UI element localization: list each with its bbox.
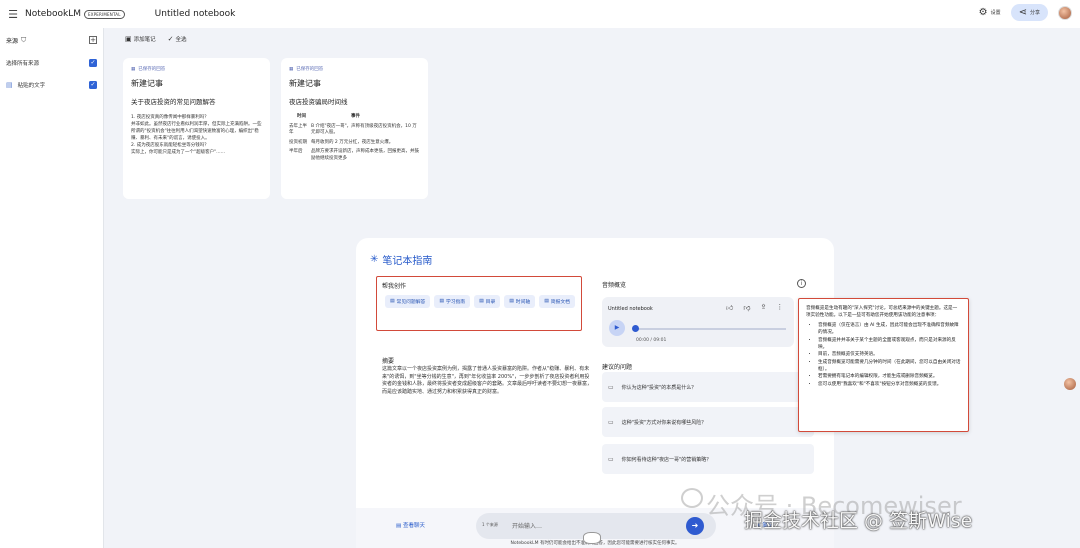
- audio-overview-tooltip: 音频概览是生动有趣的"深入探究"讨论，可总结来源中的关键主题。这是一项实验性功能…: [798, 298, 969, 432]
- suggested-question[interactable]: ▭ 你认为这种"投资"的本质是什么？: [602, 372, 814, 402]
- select-all-sources-row[interactable]: 选择所有来源 ✓: [0, 52, 103, 74]
- send-button[interactable]: ➜: [686, 517, 704, 535]
- wechat-watermark-icon: [681, 488, 703, 508]
- add-note-button[interactable]: ▣ 添加笔记: [125, 35, 156, 43]
- create-chips: ▤ 常见问题解答 ▤ 学习指南 ▤ 目录 ▤ 时间轴 ▤ 简报文档: [385, 295, 581, 308]
- top-bar: ☰ NotebookLM EXPERIMENTAL Untitled noteb…: [0, 0, 1080, 28]
- briefing-doc-chip[interactable]: ▤ 简报文档: [539, 295, 575, 308]
- audio-time: 00:00 / 09:01: [636, 338, 667, 343]
- tooltip-list: 音频概览（仅在语言）由 AI 生成，因此可能会出现不准确和音频故障的情况。 音频…: [806, 322, 961, 388]
- table-row: 投资初期 每月收到的 2 万元分红，夜店生意火爆。: [289, 139, 394, 145]
- note-card[interactable]: ▦ 已保存的回答 新建记事 关于夜店投资的常见问题解答 1. 夜店投资真的像传闻中…: [123, 58, 270, 199]
- check-icon: ✓: [167, 35, 174, 43]
- note-title: 新建记事: [289, 79, 321, 88]
- briefing-icon: ▤: [544, 299, 549, 304]
- toc-icon: ▤: [479, 299, 484, 304]
- timeline-icon: ▤: [509, 299, 514, 304]
- gear-icon: ⚙: [978, 7, 988, 18]
- source-count: 1 个来源: [482, 522, 498, 527]
- play-button[interactable]: ▶: [609, 320, 625, 336]
- view-chat-button[interactable]: ▤ 查看聊天: [396, 521, 425, 529]
- saved-icon: ▦: [289, 66, 294, 72]
- list-item: 目前，音频概览仅支持英语。: [818, 351, 961, 358]
- saved-answer-label: ▦ 已保存的回答: [289, 66, 324, 73]
- share-icon[interactable]: ⇪: [760, 303, 766, 312]
- faq-chip[interactable]: ▤ 常见问题解答: [385, 295, 431, 308]
- help-me-create-title: 帮我创作: [382, 283, 407, 290]
- summary-label: 摘要: [382, 358, 395, 365]
- note-card[interactable]: ▦ 已保存的回答 新建记事 夜店投资骗局时间线 时间 事件 去年上半年 B 介绍"…: [281, 58, 428, 199]
- chat-icon: ▭: [608, 383, 614, 391]
- guide-title: ✳ 笔记本指南: [370, 254, 433, 267]
- fade-overlay: [281, 159, 428, 199]
- more-icon[interactable]: ⋮: [776, 303, 783, 312]
- notebook-title[interactable]: Untitled notebook: [155, 9, 236, 19]
- audio-actions: 👍︎ 👎︎ ⇪ ⋮: [726, 303, 783, 312]
- note-body: 1. 夜店投资真的像传闻中那样暴利吗？ 并非如此。虽然夜店行业看似利润丰厚，但实…: [131, 115, 262, 155]
- floating-avatar[interactable]: [1064, 378, 1076, 390]
- table-header: 时间 事件: [297, 114, 360, 119]
- table-row: 去年上半年 B 介绍"夜店一哥"，声称有顶级夜店投资机会，10 万元即可入股。: [289, 123, 417, 136]
- notes-toolbar: ▣ 添加笔记 ✓ 全选: [125, 35, 187, 43]
- select-all-notes-button[interactable]: ✓ 全选: [168, 35, 187, 43]
- list-item: 音频概览（仅在语言）由 AI 生成，因此可能会出现不准确和音频故障的情况。: [818, 322, 961, 336]
- progress-knob[interactable]: [632, 325, 639, 332]
- add-source-button[interactable]: +: [89, 36, 97, 44]
- thumbs-down-icon[interactable]: 👎︎: [743, 303, 750, 312]
- faq-icon: ▤: [390, 299, 395, 304]
- study-guide-icon: ▤: [439, 299, 444, 304]
- thumbs-up-icon[interactable]: 👍︎: [726, 303, 733, 312]
- chat-icon: ▭: [608, 418, 614, 426]
- saved-icon: ▦: [131, 66, 136, 72]
- shield-icon: ⛉: [21, 35, 27, 44]
- sources-sidebar: 来源 ⛉ + 选择所有来源 ✓ ▤ 粘贴的文字 ✓: [0, 28, 104, 548]
- audio-title: Untitled notebook: [608, 306, 653, 312]
- settings-button[interactable]: ⚙ 设置: [979, 7, 1001, 18]
- note-subtitle: 夜店投资骗局时间线: [289, 98, 348, 106]
- chat-placeholder: 开始输入…: [512, 523, 543, 530]
- info-icon[interactable]: i: [797, 279, 806, 288]
- list-item: 生成音频概览可能需要几分钟的时间（在此期间，您可以自由关闭对话框）。: [818, 359, 961, 373]
- list-item: 您可以使用"我喜欢"和"不喜欢"按钮分享对音频概览的反馈。: [818, 381, 961, 388]
- note-subtitle: 关于夜店投资的常见问题解答: [131, 98, 216, 106]
- menu-icon[interactable]: ☰: [3, 8, 23, 21]
- suggested-question[interactable]: ▭ 你如何看待这种"夜店一哥"的营销策略？: [602, 444, 814, 474]
- progress-track[interactable]: [634, 328, 786, 330]
- share-button[interactable]: ⋖ 分享: [1010, 4, 1048, 21]
- suggested-questions-label: 建议的问题: [602, 364, 633, 371]
- app-logo: NotebookLM: [25, 9, 82, 19]
- help-me-create-box: 帮我创作 ▤ 常见问题解答 ▤ 学习指南 ▤ 目录 ▤ 时间轴 ▤ 简报文档: [376, 276, 582, 331]
- timeline-table: 时间 事件 去年上半年 B 介绍"夜店一哥"，声称有顶级夜店投资机会，10 万元…: [289, 114, 420, 162]
- suggested-question[interactable]: ▭ 这种"投资"方式对你来说有哪些风险？: [602, 407, 814, 437]
- share-icon: ⋖: [1018, 7, 1027, 18]
- document-icon: ▤: [6, 81, 13, 89]
- audio-player: Untitled notebook 👍︎ 👎︎ ⇪ ⋮ ▶ 00:00 / 09…: [602, 297, 794, 347]
- toc-chip[interactable]: ▤ 目录: [474, 295, 501, 308]
- cat-sticker-icon: [583, 532, 601, 544]
- chat-icon: ▭: [608, 455, 614, 463]
- fade-overlay: [123, 159, 270, 199]
- list-item: 音频概览并并非关于某个主题的全面或客观观点，而只是对来源的反映。: [818, 337, 961, 351]
- source-item[interactable]: ▤ 粘贴的文字 ✓: [0, 74, 103, 96]
- note-title: 新建记事: [131, 79, 163, 88]
- timeline-chip[interactable]: ▤ 时间轴: [504, 295, 536, 308]
- summary-text: 这篇文章以一个夜店投资案例为例，揭露了普通人投资暴富的陷阱。作者从"稳赚、暴利、…: [382, 366, 593, 395]
- audio-overview-label: 音频概览: [602, 282, 627, 289]
- select-all-checkbox[interactable]: ✓: [89, 59, 97, 67]
- saved-answer-label: ▦ 已保存的回答: [131, 66, 166, 73]
- study-guide-chip[interactable]: ▤ 学习指南: [434, 295, 471, 308]
- sparkle-icon: ✳: [370, 254, 379, 265]
- watermark-text-2: 掘金技术社区 @ 签斯Wise: [744, 510, 973, 532]
- source-checkbox[interactable]: ✓: [89, 81, 97, 89]
- main-area: ▣ 添加笔记 ✓ 全选 ▦ 已保存的回答 新建记事 关于夜店投资的常见问题解答 1. …: [105, 28, 1080, 548]
- avatar[interactable]: [1058, 5, 1072, 20]
- tooltip-intro: 音频概览是生动有趣的"深入探究"讨论，可总结来源中的关键主题。这是一项实验性功能…: [806, 306, 958, 318]
- sources-header: 来源 ⛉ +: [6, 35, 97, 45]
- note-add-icon: ▣: [125, 35, 132, 43]
- list-item: 若需要拥有笔记本的编辑权限，才能生成或删除音频概览。: [818, 373, 961, 380]
- experimental-badge: EXPERIMENTAL: [84, 9, 125, 19]
